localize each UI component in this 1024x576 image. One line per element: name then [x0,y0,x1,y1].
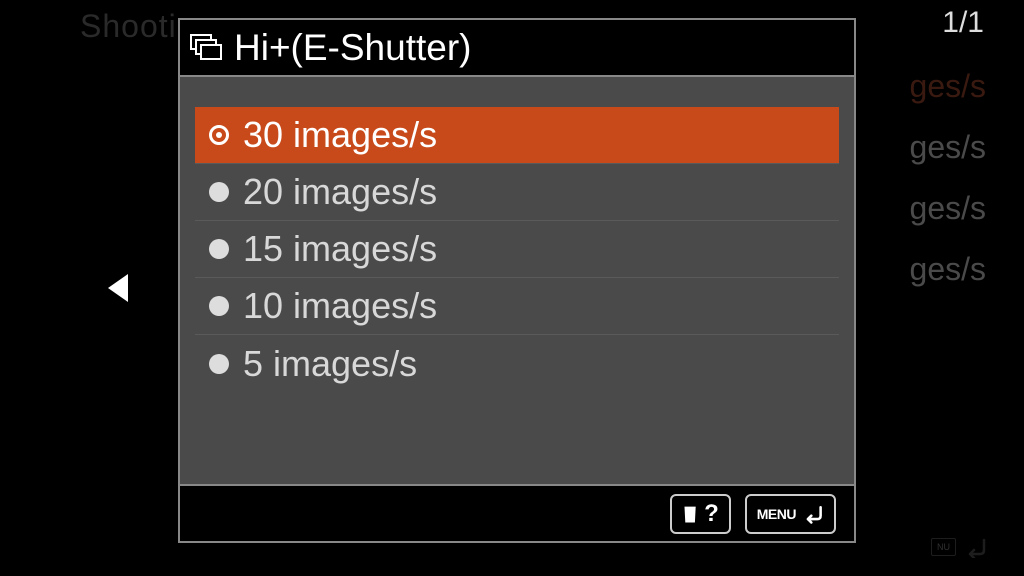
option-10fps[interactable]: 10 images/s [195,278,839,335]
option-label: 30 images/s [243,117,437,153]
bg-menu-label: NU [931,538,956,556]
bg-value: ges/s [910,251,986,288]
radio-icon [209,182,229,202]
option-15fps[interactable]: 15 images/s [195,221,839,278]
radio-icon [209,296,229,316]
dialog-title: Hi+(E-Shutter) [234,27,471,69]
back-arrow-icon [962,536,988,558]
question-mark-icon: ? [704,500,719,528]
option-label: 5 images/s [243,346,417,382]
option-label: 15 images/s [243,231,437,267]
bg-value-stack: ges/s ges/s ges/s ges/s [910,68,986,288]
trash-icon [682,505,698,523]
dialog-header: Hi+(E-Shutter) [180,20,854,77]
option-5fps[interactable]: 5 images/s [195,335,839,392]
bg-value: ges/s [910,190,986,227]
bg-menu-back: NU [931,536,988,558]
option-list: 30 images/s 20 images/s 15 images/s 10 i… [180,77,854,484]
help-button[interactable]: ? [670,494,731,534]
page-indicator: 1/1 [942,6,984,40]
menu-label: MENU [757,506,796,522]
radio-icon [209,239,229,259]
drive-speed-dialog: Hi+(E-Shutter) 30 images/s 20 images/s 1… [178,18,856,543]
left-arrow-icon[interactable] [108,274,128,302]
option-30fps[interactable]: 30 images/s [195,107,839,164]
bg-title-fragment: Shooti [80,8,177,45]
bg-value: ges/s [910,129,986,166]
radio-icon [209,125,229,145]
continuous-shooting-icon [190,34,224,62]
option-20fps[interactable]: 20 images/s [195,164,839,221]
option-label: 20 images/s [243,174,437,210]
dialog-footer: ? MENU [180,484,854,541]
back-arrow-icon [802,504,824,524]
radio-icon [209,354,229,374]
option-label: 10 images/s [243,288,437,324]
bg-value: ges/s [910,68,986,105]
menu-back-button[interactable]: MENU [745,494,836,534]
